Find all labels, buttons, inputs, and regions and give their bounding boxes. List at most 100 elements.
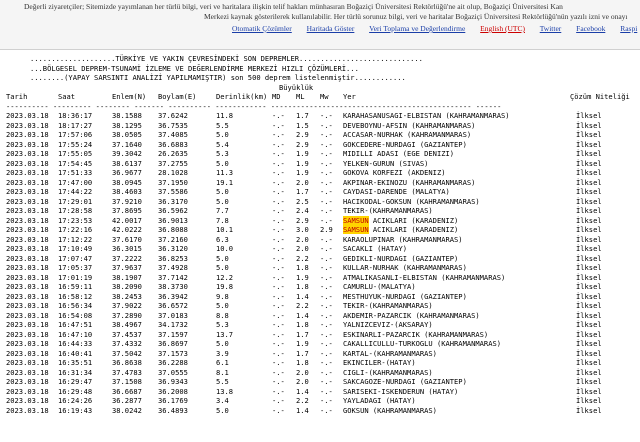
cell-md: -.- bbox=[272, 120, 285, 130]
cell-location: SARISEKI-ISKENDERUN (HATAY) bbox=[343, 386, 459, 396]
cell-mw: -.- bbox=[320, 367, 333, 377]
cell-md: -.- bbox=[272, 225, 285, 234]
cell-lon: 37.1950 bbox=[158, 177, 188, 187]
col-mw: Mw bbox=[320, 92, 329, 101]
cell-mw: 2.9 bbox=[320, 225, 333, 234]
link-veri-toplama[interactable]: Veri Toplama ve Değerlendirme bbox=[369, 24, 465, 33]
cell-mw: -.- bbox=[320, 149, 333, 158]
cell-time: 17:12:22 bbox=[58, 234, 93, 244]
cell-lat: 37.5042 bbox=[112, 348, 142, 358]
cell-mw: -.- bbox=[320, 196, 333, 206]
cell-mw: -.- bbox=[320, 120, 333, 130]
cell-location: GOKSUN (KAHRAMANMARAS) bbox=[343, 405, 437, 415]
cell-mw: -.- bbox=[320, 310, 333, 320]
cell-ml: 3.0 bbox=[296, 225, 309, 234]
cell-ml: 2.0 bbox=[296, 177, 309, 187]
cell-ml: 1.8 bbox=[296, 282, 309, 291]
table-row: 2023.03.18 17:44:22 38.4603 37.5586 5.0 -.- 1.… bbox=[6, 187, 634, 197]
table-row: 2023.03.18 17:07:47 37.2222 36.8253 5.0 -.- 2.… bbox=[6, 254, 634, 264]
cell-lon: 36.8253 bbox=[158, 253, 188, 263]
cell-lon: 37.1597 bbox=[158, 329, 188, 339]
col-lat: Enlem(N) bbox=[112, 92, 147, 101]
cell-mw: -.- bbox=[320, 386, 333, 396]
cell-time: 16:58:12 bbox=[58, 291, 93, 301]
cell-quality: İlksel bbox=[576, 158, 602, 168]
cell-location: YELKEN-GURUN (SIVAS) bbox=[343, 158, 429, 168]
cell-time: 17:57:06 bbox=[58, 130, 93, 139]
cell-location: YALNIZCEVIZ-(AKSARAY) bbox=[343, 320, 433, 329]
cell-depth: 5.0 bbox=[216, 130, 229, 139]
cell-lat: 38.6137 bbox=[112, 158, 142, 168]
cell-md: -.- bbox=[272, 358, 285, 367]
table-row: 2023.03.18 17:51:33 36.9677 28.1028 11.3 -.- 1… bbox=[6, 168, 634, 178]
cell-date: 2023.03.18 bbox=[6, 405, 49, 415]
cell-md: -.- bbox=[272, 244, 285, 253]
table-row: 2023.03.18 17:55:05 39.3042 26.2635 5.3 -.- 1.… bbox=[6, 149, 634, 159]
col-md: MD bbox=[272, 92, 281, 101]
cell-date: 2023.03.18 bbox=[6, 234, 49, 244]
col-location: Yer bbox=[343, 92, 356, 101]
notice-line-1: Değerli ziyaretçiler; Sitemizde yayımlan… bbox=[24, 2, 563, 11]
cell-md: -.- bbox=[272, 206, 285, 215]
cell-lat: 37.4537 bbox=[112, 329, 142, 339]
cell-depth: 11.8 bbox=[216, 111, 234, 120]
cell-time: 16:29:48 bbox=[58, 386, 93, 396]
cell-lon: 36.4893 bbox=[158, 405, 188, 415]
cell-time: 16:56:34 bbox=[58, 301, 93, 310]
cell-lat: 38.4603 bbox=[112, 187, 142, 196]
cell-md: -.- bbox=[272, 396, 285, 405]
cell-quality: İlksel bbox=[576, 405, 602, 415]
cell-lon: 36.2288 bbox=[158, 358, 188, 367]
link-raspi[interactable]: Raspi bbox=[620, 24, 637, 33]
cell-lat: 37.4783 bbox=[112, 367, 142, 377]
cell-location: SAKCAGOZE-NURDAGI (GAZIANTEP) bbox=[343, 377, 467, 386]
cell-location: YAYLADAGI (HATAY) bbox=[343, 396, 416, 405]
cell-date: 2023.03.18 bbox=[6, 177, 49, 187]
cell-mw: -.- bbox=[320, 177, 333, 187]
cell-lat: 37.6170 bbox=[112, 234, 142, 244]
cell-date: 2023.03.18 bbox=[6, 310, 49, 320]
cell-mw: -.- bbox=[320, 396, 333, 405]
cell-date: 2023.03.18 bbox=[6, 358, 49, 367]
table-row: 2023.03.18 16:24:26 36.2877 36.1769 3.4 -.- 2.… bbox=[6, 396, 634, 406]
cell-quality: İlksel bbox=[576, 253, 602, 263]
cell-time: 17:29:01 bbox=[58, 196, 93, 206]
list-note: ........(YAPAY SARSINTI ANALİZİ YAPILMAM… bbox=[30, 73, 406, 82]
table-row: 2023.03.18 16:44:33 37.4332 36.8697 5.0 -.- 1.… bbox=[6, 339, 634, 349]
cell-lon: 36.7535 bbox=[158, 120, 188, 130]
cell-mw: -.- bbox=[320, 282, 333, 291]
table-row: 2023.03.18 16:47:51 38.4967 34.1732 5.3 -.- 1.… bbox=[6, 320, 634, 330]
cell-md: -.- bbox=[272, 386, 285, 396]
table-row: 2023.03.18 18:36:17 38.1588 37.6242 11.8 -.- 1… bbox=[6, 111, 634, 121]
cell-depth: 5.0 bbox=[216, 405, 229, 415]
link-english-utc[interactable]: English (UTC) bbox=[480, 24, 525, 33]
cell-mw: -.- bbox=[320, 215, 333, 225]
cell-quality: İlksel bbox=[576, 149, 602, 158]
cell-depth: 6.3 bbox=[216, 234, 229, 244]
cell-md: -.- bbox=[272, 253, 285, 263]
link-otomatik-cozumler[interactable]: Otomatik Çözümler bbox=[232, 24, 292, 33]
cell-lat: 38.0945 bbox=[112, 177, 142, 187]
table-body: 2023.03.18 18:36:17 38.1588 37.6242 11.8 -.- 1… bbox=[6, 111, 634, 415]
link-twitter[interactable]: Twitter bbox=[540, 24, 562, 33]
cell-date: 2023.03.18 bbox=[6, 320, 49, 329]
cell-ml: 1.5 bbox=[296, 120, 309, 130]
cell-md: -.- bbox=[272, 215, 285, 225]
cell-lat: 37.8695 bbox=[112, 206, 142, 215]
cell-quality: İlksel bbox=[576, 263, 602, 272]
cell-date: 2023.03.18 bbox=[6, 396, 49, 405]
link-facebook[interactable]: Facebook bbox=[576, 24, 605, 33]
cell-quality: İlksel bbox=[576, 301, 602, 310]
cell-ml: 2.2 bbox=[296, 253, 309, 263]
cell-depth: 19.8 bbox=[216, 282, 234, 291]
cell-ml: 1.9 bbox=[296, 149, 309, 158]
cell-ml: 1.7 bbox=[296, 348, 309, 358]
cell-ml: 1.7 bbox=[296, 329, 309, 339]
cell-md: -.- bbox=[272, 111, 285, 120]
col-date: Tarih bbox=[6, 92, 28, 101]
cell-ml: 2.0 bbox=[296, 234, 309, 244]
link-haritada-goster[interactable]: Haritada Göster bbox=[307, 24, 355, 33]
table-row: 2023.03.18 17:47:00 38.0945 37.1950 19.1 -.- 2… bbox=[6, 178, 634, 188]
cell-md: -.- bbox=[272, 320, 285, 329]
cell-lon: 34.1732 bbox=[158, 320, 188, 329]
